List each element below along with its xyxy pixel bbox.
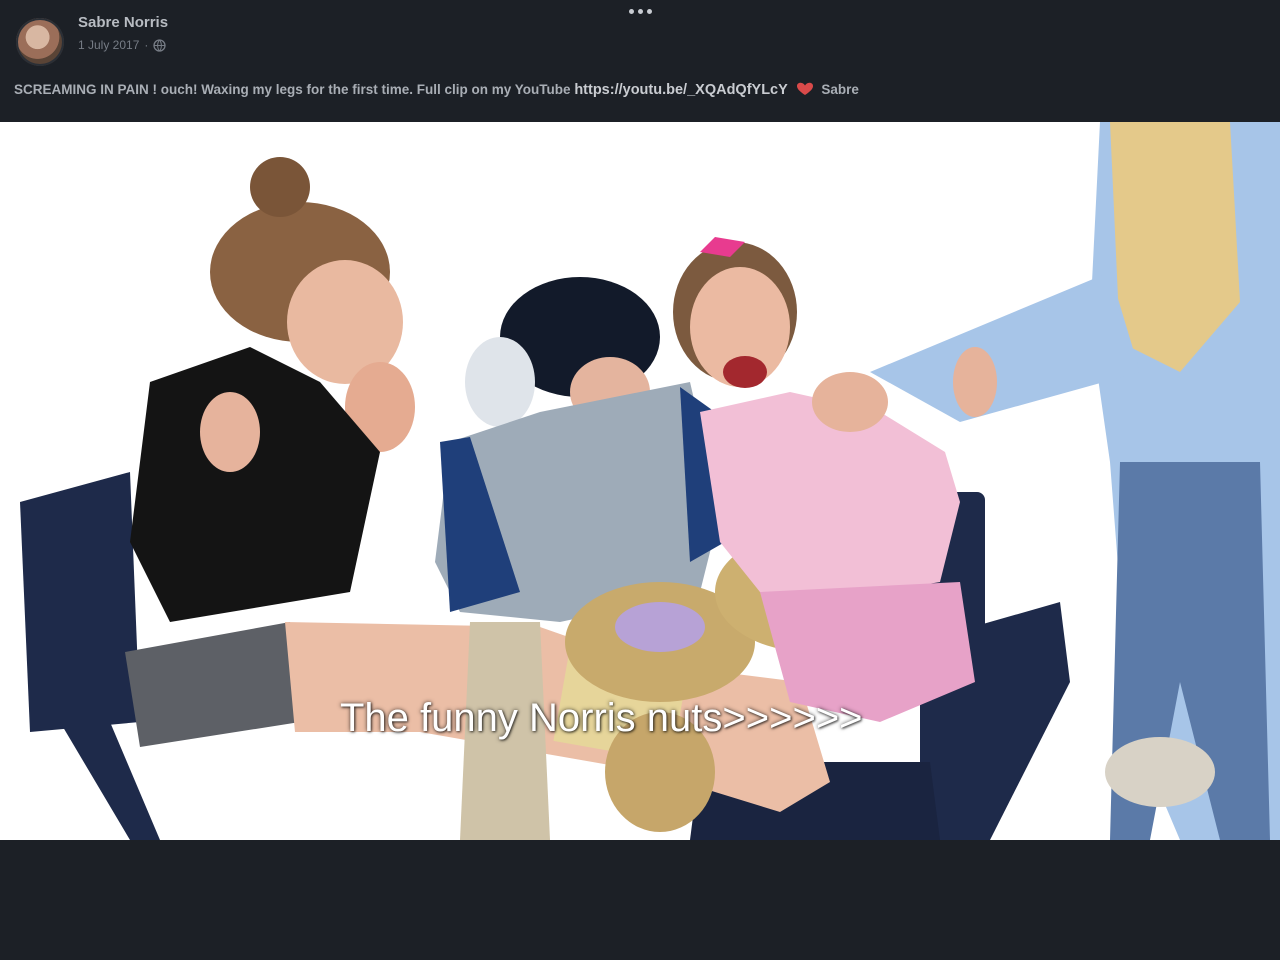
avatar[interactable] xyxy=(16,18,64,66)
more-options-icon[interactable] xyxy=(620,0,660,22)
author-name[interactable]: Sabre Norris xyxy=(78,14,168,31)
post-footer xyxy=(0,840,1280,960)
meta-separator: · xyxy=(144,38,149,52)
youtube-link[interactable]: https://youtu.be/_XQAdQfYLcY xyxy=(574,82,787,98)
post-view: Sabre Norris 1 July 2017 · SCREAMING IN … xyxy=(0,0,1280,960)
caption-text: SCREAMING IN PAIN ! ouch! Waxing my legs… xyxy=(14,82,571,97)
globe-icon xyxy=(153,38,167,52)
post-date[interactable]: 1 July 2017 xyxy=(78,38,139,52)
post-meta: 1 July 2017 · xyxy=(78,38,167,52)
post-header: Sabre Norris 1 July 2017 · SCREAMING IN … xyxy=(0,0,1280,122)
caption-signature: Sabre xyxy=(821,82,859,97)
heart-icon xyxy=(796,82,814,96)
video-subtitle: The funny Norris nuts>>>>>> xyxy=(340,696,863,740)
video-player[interactable]: The funny Norris nuts>>>>>> xyxy=(0,122,1280,840)
post-caption: SCREAMING IN PAIN ! ouch! Waxing my legs… xyxy=(14,82,1266,98)
